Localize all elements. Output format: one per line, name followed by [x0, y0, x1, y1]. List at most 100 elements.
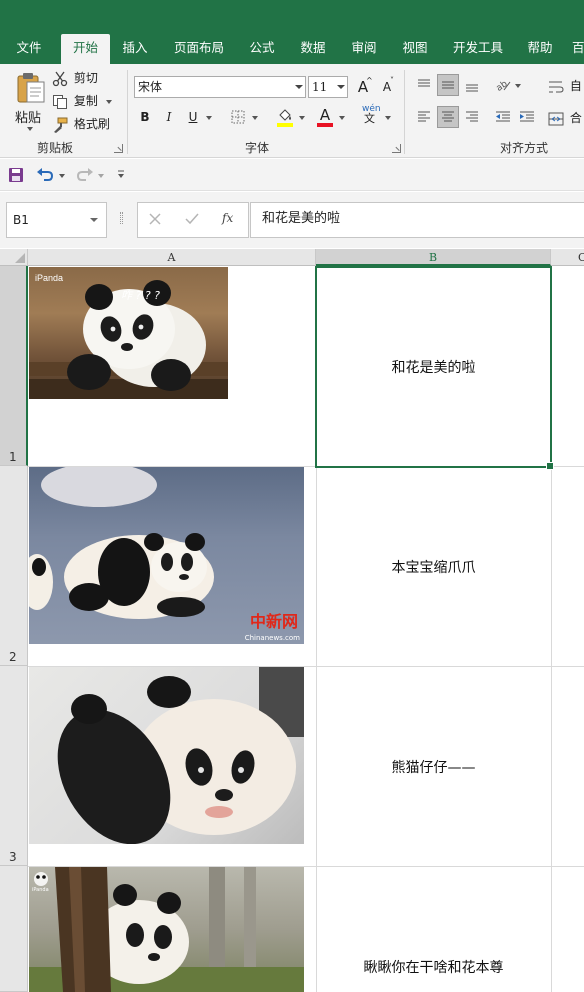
align-middle-icon [442, 81, 454, 89]
tab-data[interactable]: 数据 [292, 34, 334, 64]
underline-dropdown-icon[interactable] [206, 115, 214, 121]
cut-button[interactable]: 剪切 [52, 68, 98, 88]
tab-view[interactable]: 视图 [394, 34, 436, 64]
copy-dropdown-icon [106, 99, 114, 105]
clipboard-launcher-icon[interactable] [114, 144, 123, 153]
name-box-value: B1 [13, 213, 29, 227]
panda-photo-2[interactable]: 中新网 Chinanews.com [29, 467, 304, 644]
row-header-3[interactable]: 3 [0, 666, 28, 866]
row-header-2[interactable]: 2 [0, 466, 28, 666]
cell-b2[interactable]: 本宝宝缩爪爪 [316, 557, 551, 577]
tab-overflow[interactable]: 百 [572, 34, 584, 64]
wrap-text-label: 自 [569, 79, 582, 93]
formula-bar-grip[interactable] [120, 212, 123, 224]
name-box[interactable]: B1 [6, 202, 107, 238]
font-launcher-icon[interactable] [392, 144, 401, 153]
cell-b4[interactable]: 瞅瞅你在干啥和花本尊 [316, 957, 551, 977]
align-center-icon [442, 111, 454, 122]
column-header-b[interactable]: B [316, 249, 551, 266]
save-icon [9, 168, 23, 182]
iPanda-watermark: iPanda [32, 887, 49, 893]
bold-icon: B [140, 110, 150, 124]
fill-color-dropdown-icon[interactable] [299, 115, 307, 121]
decrease-indent-icon [496, 111, 510, 122]
align-right-button[interactable] [461, 106, 483, 128]
chevron-down-icon [291, 77, 305, 97]
row-header-1[interactable]: 1 [0, 266, 28, 466]
cancel-entry-button[interactable] [148, 212, 164, 228]
iPanda-watermark: iPanda [35, 273, 64, 283]
chinanews-watermark-sub: Chinanews.com [244, 634, 300, 642]
format-painter-button[interactable]: 格式刷 [52, 114, 110, 134]
confirm-entry-button[interactable] [185, 212, 201, 228]
chevron-down-icon [333, 77, 347, 97]
formula-buttons: fx [137, 202, 249, 238]
italic-button[interactable]: I [158, 106, 180, 128]
font-color-icon: A [319, 106, 331, 124]
phonetic-char: 文 [364, 112, 375, 125]
font-color-button[interactable]: A [314, 104, 336, 127]
borders-dropdown-icon[interactable] [252, 115, 260, 121]
tab-page-layout[interactable]: 页面布局 [166, 34, 232, 64]
ribbon-tabs: 文件 开始 插入 页面布局 公式 数据 审阅 视图 开发工具 帮助 百 [0, 34, 584, 64]
paste-dropdown-icon [27, 126, 35, 132]
save-button[interactable] [8, 167, 24, 183]
text-orientation-icon: ab [495, 79, 511, 94]
title-bar [0, 0, 584, 34]
align-center-button[interactable] [437, 106, 459, 128]
redo-button[interactable] [76, 166, 96, 184]
align-top-button[interactable] [413, 74, 435, 96]
panda-photo-1[interactable]: iPanda 咋 ? ? ? [29, 267, 228, 399]
separator [404, 70, 405, 154]
font-name-value: 宋体 [138, 80, 163, 94]
align-left-button[interactable] [413, 106, 435, 128]
tab-formulas[interactable]: 公式 [241, 34, 283, 64]
row-header-4[interactable] [0, 866, 28, 992]
fill-color-button[interactable] [274, 106, 296, 128]
phonetic-dropdown-icon[interactable] [385, 115, 393, 121]
column-header-c[interactable]: C [551, 249, 584, 266]
select-all-button[interactable] [0, 249, 28, 266]
font-color-dropdown-icon[interactable] [339, 115, 347, 121]
align-top-icon [418, 79, 430, 87]
decrease-indent-button[interactable] [492, 106, 514, 128]
increase-indent-button[interactable] [516, 106, 538, 128]
borders-button[interactable] [227, 106, 249, 128]
tab-developer[interactable]: 开发工具 [446, 34, 510, 64]
panda-photo-4[interactable]: iPanda [29, 867, 304, 992]
photo-caption: 咋 ? ? ? [121, 289, 161, 302]
copy-button[interactable]: 复制 [52, 91, 112, 111]
undo-dropdown-icon[interactable] [59, 173, 67, 179]
tab-file[interactable]: 文件 [6, 34, 52, 64]
undo-button[interactable] [36, 166, 56, 184]
font-size-select[interactable]: 11 [308, 76, 348, 98]
tab-help[interactable]: 帮助 [519, 34, 561, 64]
grow-font-button[interactable]: A ^ [352, 76, 374, 98]
phonetic-button[interactable]: wén 文 [358, 104, 384, 126]
fill-bucket-icon [279, 109, 291, 121]
tab-insert[interactable]: 插入 [114, 34, 156, 64]
align-bottom-button[interactable] [461, 74, 483, 96]
paste-button[interactable]: 粘贴 [10, 68, 50, 134]
cell-b3[interactable]: 熊猫仔仔—— [316, 757, 551, 777]
font-name-select[interactable]: 宋体 [134, 76, 306, 98]
tab-home[interactable]: 开始 [61, 34, 110, 64]
formula-input[interactable]: 和花是美的啦 [250, 202, 584, 238]
tab-review[interactable]: 审阅 [343, 34, 385, 64]
wrap-text-button[interactable]: 自 [548, 76, 582, 96]
font-group-label: 字体 [245, 141, 270, 155]
customize-qat-button[interactable] [116, 168, 128, 182]
align-middle-button[interactable] [437, 74, 459, 96]
paste-icon [17, 73, 45, 103]
column-header-a[interactable]: A [28, 249, 316, 266]
underline-button[interactable]: U [182, 106, 204, 128]
insert-function-button[interactable]: fx [222, 211, 242, 229]
iPanda-logo-icon [34, 872, 48, 886]
bold-button[interactable]: B [134, 106, 156, 128]
panda-photo-3[interactable] [29, 667, 304, 844]
orientation-dropdown-icon[interactable] [515, 83, 523, 89]
shrink-font-button[interactable]: A ˅ [376, 76, 398, 98]
chevron-down-icon [90, 218, 98, 222]
orientation-button[interactable]: ab [492, 74, 514, 96]
merge-center-button[interactable]: 合 [548, 108, 582, 128]
